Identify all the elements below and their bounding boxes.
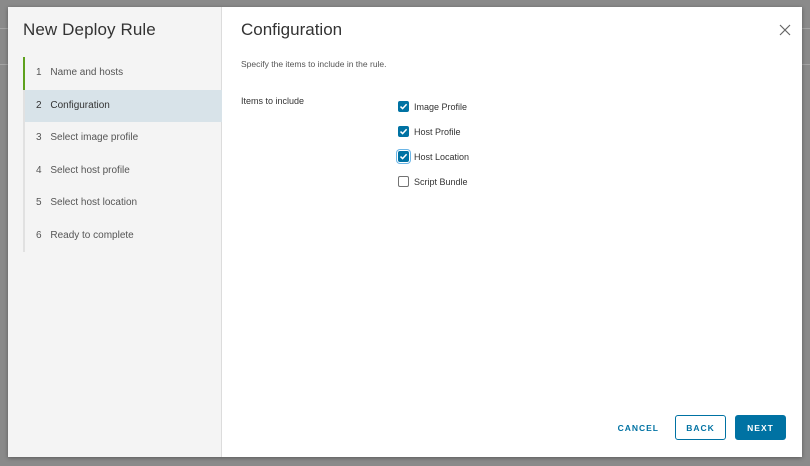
cancel-button[interactable]: CANCEL [612,415,665,440]
wizard-sidebar: New Deploy Rule 1 Name and hosts 2 Confi… [8,7,222,457]
host-location-checkbox[interactable] [398,151,409,162]
option-label: Image Profile [414,101,468,112]
script-bundle-checkbox[interactable] [398,176,409,187]
step-number: 6 [36,229,42,241]
option-host-profile[interactable]: Host Profile [398,119,469,144]
option-label: Host Location [414,151,470,162]
instruction-text: Specify the items to include in the rule… [241,59,387,69]
wizard-content: Configuration Specify the items to inclu… [222,7,802,457]
new-deploy-rule-dialog: New Deploy Rule 1 Name and hosts 2 Confi… [8,7,802,457]
check-icon [399,103,408,110]
step-label: Name and hosts [50,67,124,78]
step-label: Select host location [50,197,138,208]
items-checkbox-group: Image Profile Host Profile Host Location… [398,94,469,194]
wizard-footer: CANCEL BACK NEXT [612,415,786,440]
option-label: Script Bundle [414,176,468,187]
step-label: Select host profile [50,164,130,176]
step-label: Configuration [50,99,110,111]
check-icon [399,128,408,135]
step-select-host-profile[interactable]: 4 Select host profile [25,155,222,188]
step-select-image-profile[interactable]: 3 Select image profile [25,122,222,155]
step-number: 1 [36,67,42,78]
step-number: 5 [36,197,42,208]
wizard-title: New Deploy Rule [23,20,156,39]
image-profile-checkbox[interactable] [398,101,409,112]
option-image-profile[interactable]: Image Profile [398,94,469,119]
step-label: Select image profile [50,132,139,143]
option-host-location[interactable]: Host Location [398,144,469,169]
option-script-bundle[interactable]: Script Bundle [398,169,469,194]
next-button[interactable]: NEXT [735,415,786,440]
step-number: 3 [36,132,42,143]
close-icon[interactable] [778,23,792,37]
step-configuration[interactable]: 2 Configuration [25,89,222,122]
check-icon [399,153,408,160]
step-select-host-location[interactable]: 5 Select host location [25,187,222,220]
step-name-and-hosts[interactable]: 1 Name and hosts [23,57,222,90]
wizard-steps: 1 Name and hosts 2 Configuration 3 Selec… [23,57,222,252]
step-number: 2 [36,99,42,111]
option-label: Host Profile [414,126,461,137]
step-number: 4 [36,164,42,176]
host-profile-checkbox[interactable] [398,126,409,137]
back-button[interactable]: BACK [675,415,726,440]
step-label: Ready to complete [50,229,134,241]
step-ready-to-complete[interactable]: 6 Ready to complete [25,220,222,253]
page-title: Configuration [241,20,343,39]
items-to-include-label: Items to include [241,96,305,106]
